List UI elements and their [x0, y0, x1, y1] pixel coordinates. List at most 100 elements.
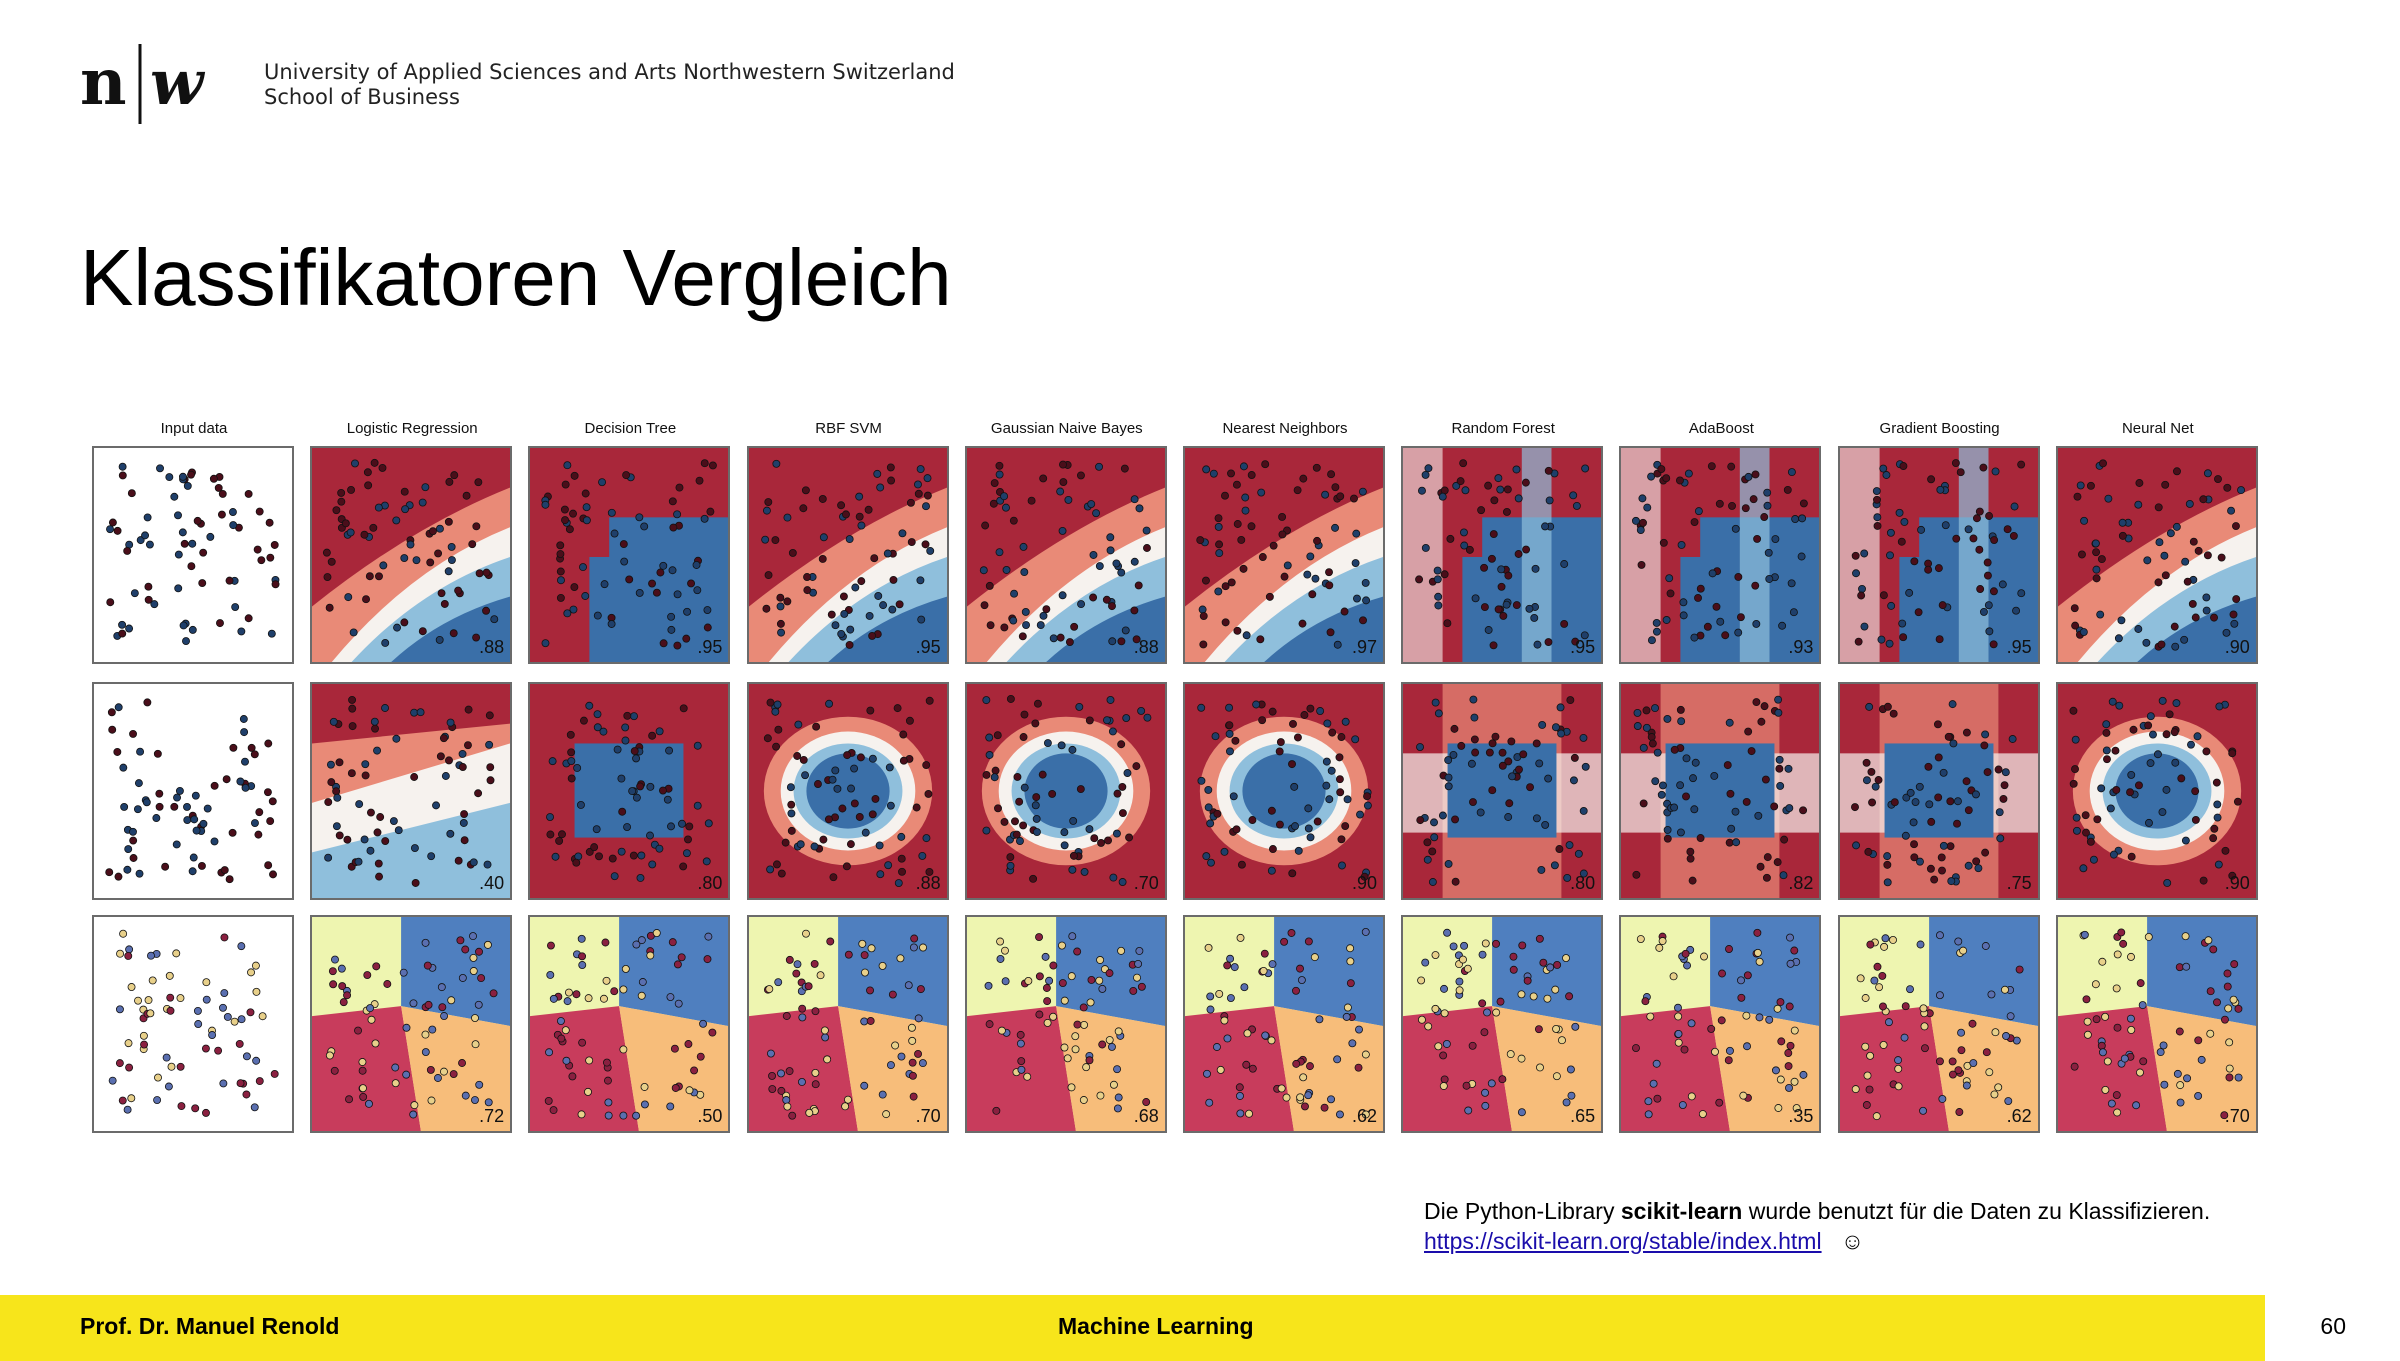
decision-boundary	[1839, 917, 2038, 1131]
decision-boundary	[94, 684, 292, 898]
accuracy-score: .80	[697, 873, 723, 893]
decision-boundary	[1185, 684, 1383, 898]
decision-boundary	[1403, 917, 1602, 1131]
classifier-plot: .80	[1401, 682, 1604, 900]
decision-boundary	[530, 917, 729, 1131]
institution-line-2: School of Business	[264, 85, 460, 109]
classifier-plot: .90	[2055, 446, 2258, 664]
classifier-plot: .40	[310, 682, 513, 900]
classifier-plot: .65	[1401, 915, 1604, 1133]
footer-bar: Prof. Dr. Manuel Renold Machine Learning	[0, 1295, 2265, 1361]
classifier-plot	[92, 915, 294, 1133]
decision-boundary	[312, 684, 511, 898]
column-title: Gaussian Naive Bayes	[990, 420, 1143, 437]
classifier-plot: .88	[746, 682, 949, 900]
column-title: AdaBoost	[1688, 420, 1754, 437]
decision-boundary	[1403, 684, 1602, 898]
column-title: RBF SVM	[815, 420, 882, 437]
decision-boundary	[1185, 917, 1383, 1131]
classifier-plot: .35	[1619, 915, 1822, 1133]
accuracy-score: .82	[1788, 873, 1814, 893]
classifier-plot: .50	[528, 915, 731, 1133]
column-title: Decision Tree	[584, 420, 677, 437]
accuracy-score: .80	[1570, 873, 1596, 893]
accuracy-score: .95	[697, 637, 723, 657]
institution-name: University of Applied Sciences and Arts …	[264, 60, 955, 110]
decision-boundary	[966, 448, 1165, 662]
classifier-plot: .90	[1183, 682, 1385, 900]
decision-boundary	[1621, 448, 1820, 662]
classifier-plot: .95	[528, 446, 731, 664]
classifier-plot: .90	[2055, 682, 2258, 900]
classifier-plot: .75	[1837, 682, 2040, 900]
decision-boundary	[2057, 917, 2256, 1131]
accuracy-score: .68	[1133, 1106, 1159, 1126]
accuracy-score: .40	[479, 873, 505, 893]
decision-boundary	[966, 917, 1165, 1131]
source-note: Die Python-Library scikit-learn wurde be…	[1424, 1196, 2210, 1256]
decision-boundary	[94, 448, 292, 662]
classifier-plot: .62	[1837, 915, 2040, 1133]
accuracy-score: .90	[2224, 873, 2250, 893]
accuracy-score: .95	[915, 637, 941, 657]
decision-boundary	[530, 684, 729, 898]
classifier-plot: .88	[310, 446, 513, 664]
accuracy-score: .62	[1351, 1106, 1377, 1126]
page-number: 60	[2320, 1313, 2346, 1339]
decision-boundary	[1403, 448, 1602, 662]
footer-course: Machine Learning	[1058, 1313, 1254, 1339]
footer-author: Prof. Dr. Manuel Renold	[80, 1313, 340, 1339]
svg-text:w: w	[150, 46, 206, 119]
note-prefix: Die Python-Library	[1424, 1198, 1621, 1224]
classifier-comparison-grid: Input data Logistic Regression Decision Tr…	[92, 420, 2272, 1140]
accuracy-score: .97	[1351, 637, 1377, 657]
column-title: Random Forest	[1451, 420, 1555, 437]
accuracy-score: .88	[1133, 637, 1159, 657]
accuracy-score: .88	[915, 873, 941, 893]
accuracy-score: .75	[2006, 873, 2032, 893]
classifier-plot: .68	[964, 915, 1167, 1133]
note-library-name: scikit-learn	[1620, 1198, 1743, 1224]
decision-boundary	[1839, 448, 2038, 662]
fhnw-logo: n w	[80, 44, 206, 124]
accuracy-score: .88	[479, 637, 505, 657]
accuracy-score: .50	[697, 1106, 723, 1126]
classifier-plot: .70	[746, 915, 949, 1133]
decision-boundary	[312, 917, 511, 1131]
accuracy-score: .65	[1570, 1106, 1596, 1126]
classifier-plot: .95	[1837, 446, 2040, 664]
scikit-learn-link[interactable]: https://scikit-learn.org/stable/index.ht…	[1424, 1228, 1822, 1254]
decision-boundary	[966, 684, 1165, 898]
accuracy-score: .90	[1351, 873, 1377, 893]
slide-title: Klassifikatoren Vergleich	[80, 233, 952, 322]
decision-boundary	[1185, 448, 1383, 662]
decision-boundary	[748, 684, 947, 898]
accuracy-score: .93	[1788, 637, 1814, 657]
accuracy-score: .70	[1133, 873, 1159, 893]
decision-boundary	[2057, 448, 2256, 662]
classifier-plot	[92, 446, 294, 664]
classifier-plot: .80	[528, 682, 731, 900]
classifier-plot: .88	[964, 446, 1167, 664]
decision-boundary	[1839, 684, 2038, 898]
classifier-plot: .70	[2055, 915, 2258, 1133]
decision-boundary	[1621, 684, 1820, 898]
decision-boundary	[1621, 917, 1820, 1131]
decision-boundary	[94, 917, 292, 1131]
accuracy-score: .70	[915, 1106, 941, 1126]
decision-boundary	[312, 448, 511, 662]
classifier-plot: .62	[1183, 915, 1385, 1133]
decision-boundary	[748, 917, 947, 1131]
classifier-plot: .93	[1619, 446, 1822, 664]
smiley-icon: ☺	[1840, 1228, 1865, 1254]
classifier-plot: .72	[310, 915, 513, 1133]
accuracy-score: .90	[2224, 637, 2250, 657]
column-title: Nearest Neighbors	[1222, 420, 1348, 437]
decision-boundary	[748, 448, 947, 662]
svg-text:n: n	[80, 45, 127, 120]
classifier-plot: .70	[964, 682, 1167, 900]
classifier-plot: .95	[1401, 446, 1604, 664]
accuracy-score: .95	[1570, 637, 1596, 657]
classifier-plot: .82	[1619, 682, 1822, 900]
accuracy-score: .95	[2006, 637, 2032, 657]
